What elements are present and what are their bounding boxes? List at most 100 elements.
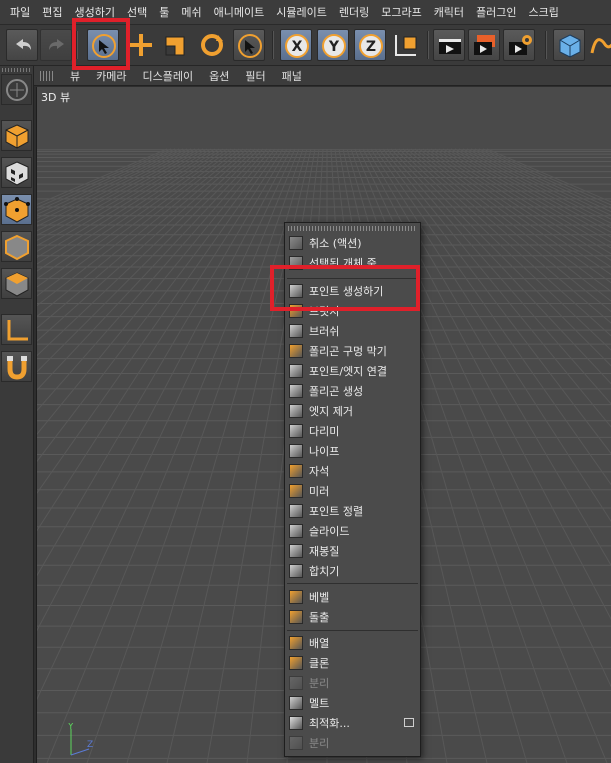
context-menu-item-stitch-and-sew[interactable]: 재봉질 — [285, 541, 420, 561]
context-menu-item-label: 슬라이드 — [309, 525, 350, 538]
grid-line — [37, 148, 248, 329]
cube-icon — [559, 34, 581, 58]
context-menu-item-knife[interactable]: 나이프 — [285, 441, 420, 461]
menu-script[interactable]: 스크립 — [523, 4, 565, 20]
context-menu-grip[interactable] — [288, 226, 417, 231]
context-menu-item-label: 베벨 — [309, 591, 330, 604]
stitch-and-sew-icon — [289, 544, 303, 558]
context-menu-divider — [287, 583, 418, 584]
grid-line — [450, 148, 611, 238]
z-axis-button[interactable]: Z — [354, 29, 386, 61]
context-menu-item-label: 돌출 — [309, 611, 330, 624]
iron-icon — [289, 424, 303, 438]
menu-edit[interactable]: 편집 — [36, 4, 68, 20]
optimize-options-icon[interactable] — [404, 718, 414, 727]
array-icon — [289, 636, 303, 650]
rotate-button[interactable] — [196, 29, 228, 61]
model-mode-button[interactable] — [1, 120, 32, 151]
context-menu-item-disconnect[interactable]: 분리 — [285, 673, 420, 693]
polygons-mode-button[interactable] — [1, 268, 32, 299]
grid-line — [37, 148, 244, 317]
context-menu-item-iron[interactable]: 다리미 — [285, 421, 420, 441]
context-menu-item-dissolve-edge[interactable]: 엣지 제거 — [285, 401, 420, 421]
grid-line — [422, 148, 611, 284]
context-menu-item-label: 최적화... — [309, 717, 350, 730]
snap-button[interactable] — [1, 351, 32, 382]
texture-mode-button[interactable] — [1, 157, 32, 188]
viewport-menu-grip[interactable] — [40, 70, 54, 81]
context-menu-item-create-polygon[interactable]: 폴리곤 생성 — [285, 381, 420, 401]
x-axis-icon: X — [292, 39, 303, 55]
context-menu-item-array[interactable]: 배열 — [285, 633, 420, 653]
viewport-menu-options[interactable]: 옵션 — [201, 68, 237, 84]
world-coordinates-button[interactable] — [390, 29, 422, 61]
render-view-icon — [439, 39, 461, 54]
menu-render[interactable]: 렌더링 — [333, 4, 375, 20]
spline-button[interactable] — [588, 29, 611, 61]
grid-line — [37, 148, 188, 223]
undo-button[interactable] — [6, 29, 38, 61]
z-axis-icon: Z — [366, 39, 376, 55]
menu-mesh[interactable]: 메쉬 — [175, 4, 207, 20]
grid-line — [462, 148, 611, 224]
context-menu-item-optimize[interactable]: 최적화... — [285, 713, 420, 733]
context-menu-item-label: 배열 — [309, 637, 330, 650]
points-mode-button[interactable] — [1, 194, 32, 225]
menu-character[interactable]: 캐릭터 — [428, 4, 470, 20]
highlight-box-live-selection — [72, 18, 130, 70]
make-editable-button[interactable] — [1, 74, 32, 105]
grid-line — [37, 148, 240, 307]
dissolve-edge-icon — [289, 404, 303, 418]
context-menu-item-split[interactable]: 분리 — [285, 733, 420, 753]
render-picture-viewer-button[interactable] — [468, 29, 500, 61]
context-menu-item-melt[interactable]: 멜트 — [285, 693, 420, 713]
context-menu-item-extrude[interactable]: 돌출 — [285, 607, 420, 627]
x-axis-button[interactable]: X — [280, 29, 312, 61]
scale-button[interactable] — [160, 29, 192, 61]
context-menu-item-magnet[interactable]: 자석 — [285, 461, 420, 481]
context-menu-item-brush[interactable]: 브러쉬 — [285, 321, 420, 341]
context-menu-item-clone[interactable]: 클론 — [285, 653, 420, 673]
knife-icon — [289, 444, 303, 458]
context-menu-item-weld[interactable]: 합치기 — [285, 561, 420, 581]
context-menu-item-bevel[interactable]: 베벨 — [285, 587, 420, 607]
extrude-icon — [289, 610, 303, 624]
menu-simulate[interactable]: 시뮬레이트 — [270, 4, 333, 20]
context-menu-item-label: 클론 — [309, 657, 330, 670]
y-axis-button[interactable]: Y — [317, 29, 349, 61]
melt-icon — [289, 696, 303, 710]
context-menu-item-label: 다리미 — [309, 425, 340, 438]
context-menu-item-set-point-value[interactable]: 포인트 정렬 — [285, 501, 420, 521]
set-point-value-icon — [289, 504, 303, 518]
context-menu-item-mirror[interactable]: 미러 — [285, 481, 420, 501]
render-settings-icon — [509, 35, 532, 55]
context-menu-item-label: 미러 — [309, 485, 330, 498]
make-editable-icon — [6, 79, 28, 101]
menu-mograph[interactable]: 모그라프 — [375, 4, 427, 20]
palette-grip[interactable] — [2, 68, 32, 72]
menu-animate[interactable]: 애니메이트 — [208, 4, 271, 20]
undo-icon — [16, 39, 31, 50]
select-button[interactable] — [233, 29, 265, 61]
edges-mode-button[interactable] — [1, 231, 32, 262]
redo-button[interactable] — [40, 29, 72, 61]
menu-tools[interactable]: 툴 — [153, 4, 175, 20]
render-view-button[interactable] — [433, 29, 465, 61]
context-menu-item-close-polygon-hole[interactable]: 폴리곤 구멍 막기 — [285, 341, 420, 361]
viewport-menu-filter[interactable]: 필터 — [237, 68, 273, 84]
viewport-sky — [37, 87, 611, 149]
grid-line — [37, 148, 196, 232]
viewport-menu-display[interactable]: 디스플레이 — [135, 68, 202, 84]
context-menu-item-label: 포인트 정렬 — [309, 505, 364, 518]
toolbar-separator — [427, 31, 429, 59]
viewport-menu-panel[interactable]: 패널 — [274, 68, 310, 84]
cube-button[interactable] — [553, 29, 585, 61]
menu-plugins[interactable]: 플러그인 — [470, 4, 522, 20]
context-menu-item-slide[interactable]: 슬라이드 — [285, 521, 420, 541]
menu-file[interactable]: 파일 — [4, 4, 36, 20]
enable-axis-button[interactable] — [1, 314, 32, 345]
axis-y-label: Y — [67, 723, 74, 732]
render-settings-button[interactable] — [503, 29, 535, 61]
context-menu-item-connect-points-edges[interactable]: 포인트/엣지 연결 — [285, 361, 420, 381]
context-menu-item-undo-action[interactable]: 취소 (액션) — [285, 233, 420, 253]
